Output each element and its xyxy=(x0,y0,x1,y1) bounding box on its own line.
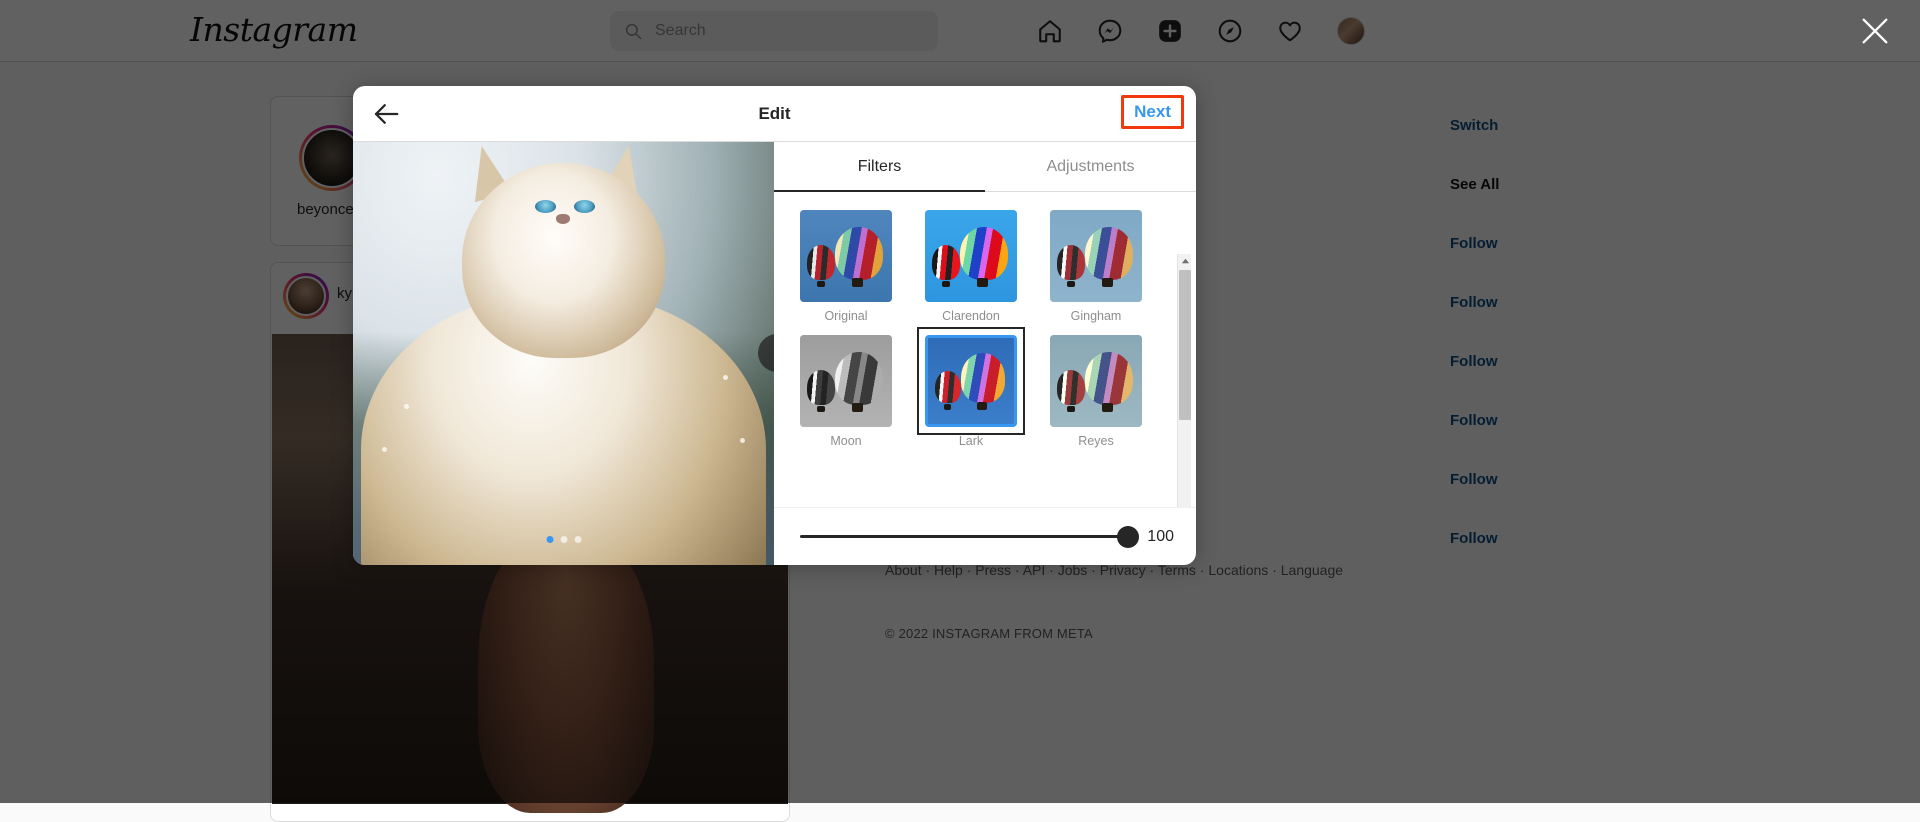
filter-label: Clarendon xyxy=(925,309,1017,325)
slider-knob[interactable] xyxy=(1117,526,1139,548)
back-arrow-icon[interactable] xyxy=(371,99,401,129)
filter-thumb-box xyxy=(1050,210,1142,302)
filter-thumbnail xyxy=(925,210,1017,302)
cat-photo xyxy=(353,142,774,565)
carousel-dots xyxy=(546,536,581,543)
modal-title: Edit xyxy=(353,104,1196,124)
edit-post-modal: Edit Next xyxy=(353,86,1196,565)
tab-filters-label: Filters xyxy=(858,158,902,176)
modal-body: Filters Adjustments xyxy=(353,142,1196,565)
filter-thumbnail xyxy=(800,210,892,302)
instagram-page: Instagram Search xyxy=(0,0,1920,803)
close-icon[interactable] xyxy=(1858,14,1892,48)
edit-panel: Filters Adjustments xyxy=(774,142,1196,565)
filter-label: Moon xyxy=(800,434,892,450)
tab-filters[interactable]: Filters xyxy=(774,142,985,191)
next-button[interactable]: Next xyxy=(1134,102,1171,121)
filter-grid: Original Clarendon xyxy=(800,210,1170,450)
filter-option-selected[interactable]: Lark xyxy=(925,335,1017,450)
carousel-dot-1[interactable] xyxy=(546,536,553,543)
filters-scrollbar[interactable] xyxy=(1177,254,1191,507)
edit-tabs: Filters Adjustments xyxy=(774,142,1196,192)
filter-option-gingham[interactable]: Gingham xyxy=(1050,210,1142,325)
filter-thumb-box xyxy=(925,335,1017,427)
carousel-dot-2[interactable] xyxy=(560,536,567,543)
filter-thumb-box xyxy=(1050,335,1142,427)
scroll-up-icon[interactable] xyxy=(1178,254,1192,268)
scrollbar-thumb[interactable] xyxy=(1179,270,1191,420)
carousel-dot-3[interactable] xyxy=(574,536,581,543)
tab-adjustments-label: Adjustments xyxy=(1046,158,1134,176)
filters-list: Original Clarendon xyxy=(774,192,1196,507)
filter-label: Reyes xyxy=(1050,434,1142,450)
filter-option-original[interactable]: Original xyxy=(800,210,892,325)
filter-strength-slider[interactable] xyxy=(800,535,1128,538)
filter-thumb-box xyxy=(925,210,1017,302)
filter-thumbnail xyxy=(1050,210,1142,302)
filter-label: Lark xyxy=(925,434,1017,450)
modal-header: Edit Next xyxy=(353,86,1196,142)
filter-thumbnail xyxy=(925,335,1017,427)
filter-thumb-box xyxy=(800,210,892,302)
filter-label: Gingham xyxy=(1050,309,1142,325)
filter-option-reyes[interactable]: Reyes xyxy=(1050,335,1142,450)
filter-thumb-box xyxy=(800,335,892,427)
filter-option-moon[interactable]: Moon xyxy=(800,335,892,450)
filter-label: Original xyxy=(800,309,892,325)
filter-thumbnail xyxy=(800,335,892,427)
filter-option-clarendon[interactable]: Clarendon xyxy=(925,210,1017,325)
tab-adjustments[interactable]: Adjustments xyxy=(985,142,1196,191)
filter-thumbnail xyxy=(1050,335,1142,427)
filter-strength-row: 100 xyxy=(774,507,1196,565)
image-preview xyxy=(353,142,774,565)
next-button-highlight: Next xyxy=(1121,95,1184,129)
